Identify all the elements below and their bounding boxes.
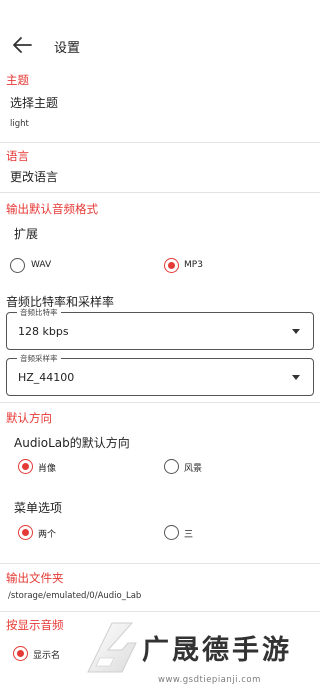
section-header-output-folder: 输出文件夹 — [6, 571, 64, 585]
watermark: 广晟德手游 www.gsdtiepianji.com — [78, 618, 320, 693]
radio-mp3[interactable] — [164, 258, 179, 273]
pref-summary-theme: light — [10, 119, 29, 129]
radio-wav[interactable] — [10, 258, 25, 273]
pref-theme[interactable]: 选择主题 light — [0, 88, 320, 138]
pref-output-folder[interactable]: /storage/emulated/0/Audio_Lab — [0, 585, 320, 607]
watermark-logo-icon — [87, 622, 137, 673]
caret-down-icon — [292, 329, 300, 334]
dropdown-label: 音频采样率 — [17, 353, 61, 364]
watermark-url: www.gsdtiepianji.com — [158, 675, 261, 685]
divider — [0, 142, 320, 143]
app-bar: 设置 — [0, 0, 320, 64]
radio-three[interactable] — [164, 525, 179, 540]
pref-title-language: 更改语言 — [10, 170, 59, 184]
radio-two[interactable] — [18, 525, 33, 540]
radio-landscape[interactable] — [164, 459, 179, 474]
samplerate-dropdown[interactable]: 音频采样率 HZ_44100 — [6, 353, 314, 396]
divider — [0, 192, 320, 193]
radio-label-wav: WAV — [31, 260, 52, 270]
orientation-title: AudioLab的默认方向 — [14, 436, 130, 450]
section-header-orientation: 默认方向 — [6, 411, 52, 425]
bitrate-dropdown[interactable]: 音频比特率 128 kbps — [6, 307, 314, 350]
divider — [0, 563, 320, 564]
section-header-language: 语言 — [6, 149, 29, 163]
radio-label-two: 两个 — [38, 530, 57, 540]
radio-label-three: 三 — [184, 530, 194, 540]
radio-label-display-name: 显示名 — [33, 651, 61, 661]
radio-portrait[interactable] — [18, 459, 33, 474]
output-folder-path: /storage/emulated/0/Audio_Lab — [8, 591, 142, 601]
section-header-theme: 主题 — [6, 73, 29, 87]
page-title: 设置 — [54, 41, 81, 56]
divider — [0, 611, 320, 612]
dropdown-value: 128 kbps — [18, 325, 69, 338]
radio-label-mp3: MP3 — [184, 260, 203, 270]
pref-language[interactable]: 更改语言 — [0, 163, 320, 189]
dropdown-label: 音频比特率 — [17, 307, 61, 318]
radio-label-landscape: 风景 — [184, 464, 203, 474]
radio-display-name[interactable] — [13, 646, 28, 661]
section-header-output-format: 输出默认音频格式 — [6, 202, 98, 216]
pref-title-theme: 选择主题 — [10, 96, 59, 110]
menu-options-title: 菜单选项 — [14, 501, 63, 515]
divider — [0, 402, 320, 403]
dropdown-value: HZ_44100 — [18, 371, 75, 384]
radio-label-portrait: 肖像 — [38, 464, 57, 474]
extension-title: 扩展 — [14, 227, 39, 241]
arrow-left-icon[interactable] — [11, 35, 33, 55]
watermark-name: 广晟德手游 — [142, 635, 292, 666]
caret-down-icon — [292, 375, 300, 380]
section-header-display-by: 按显示音频 — [6, 618, 64, 632]
